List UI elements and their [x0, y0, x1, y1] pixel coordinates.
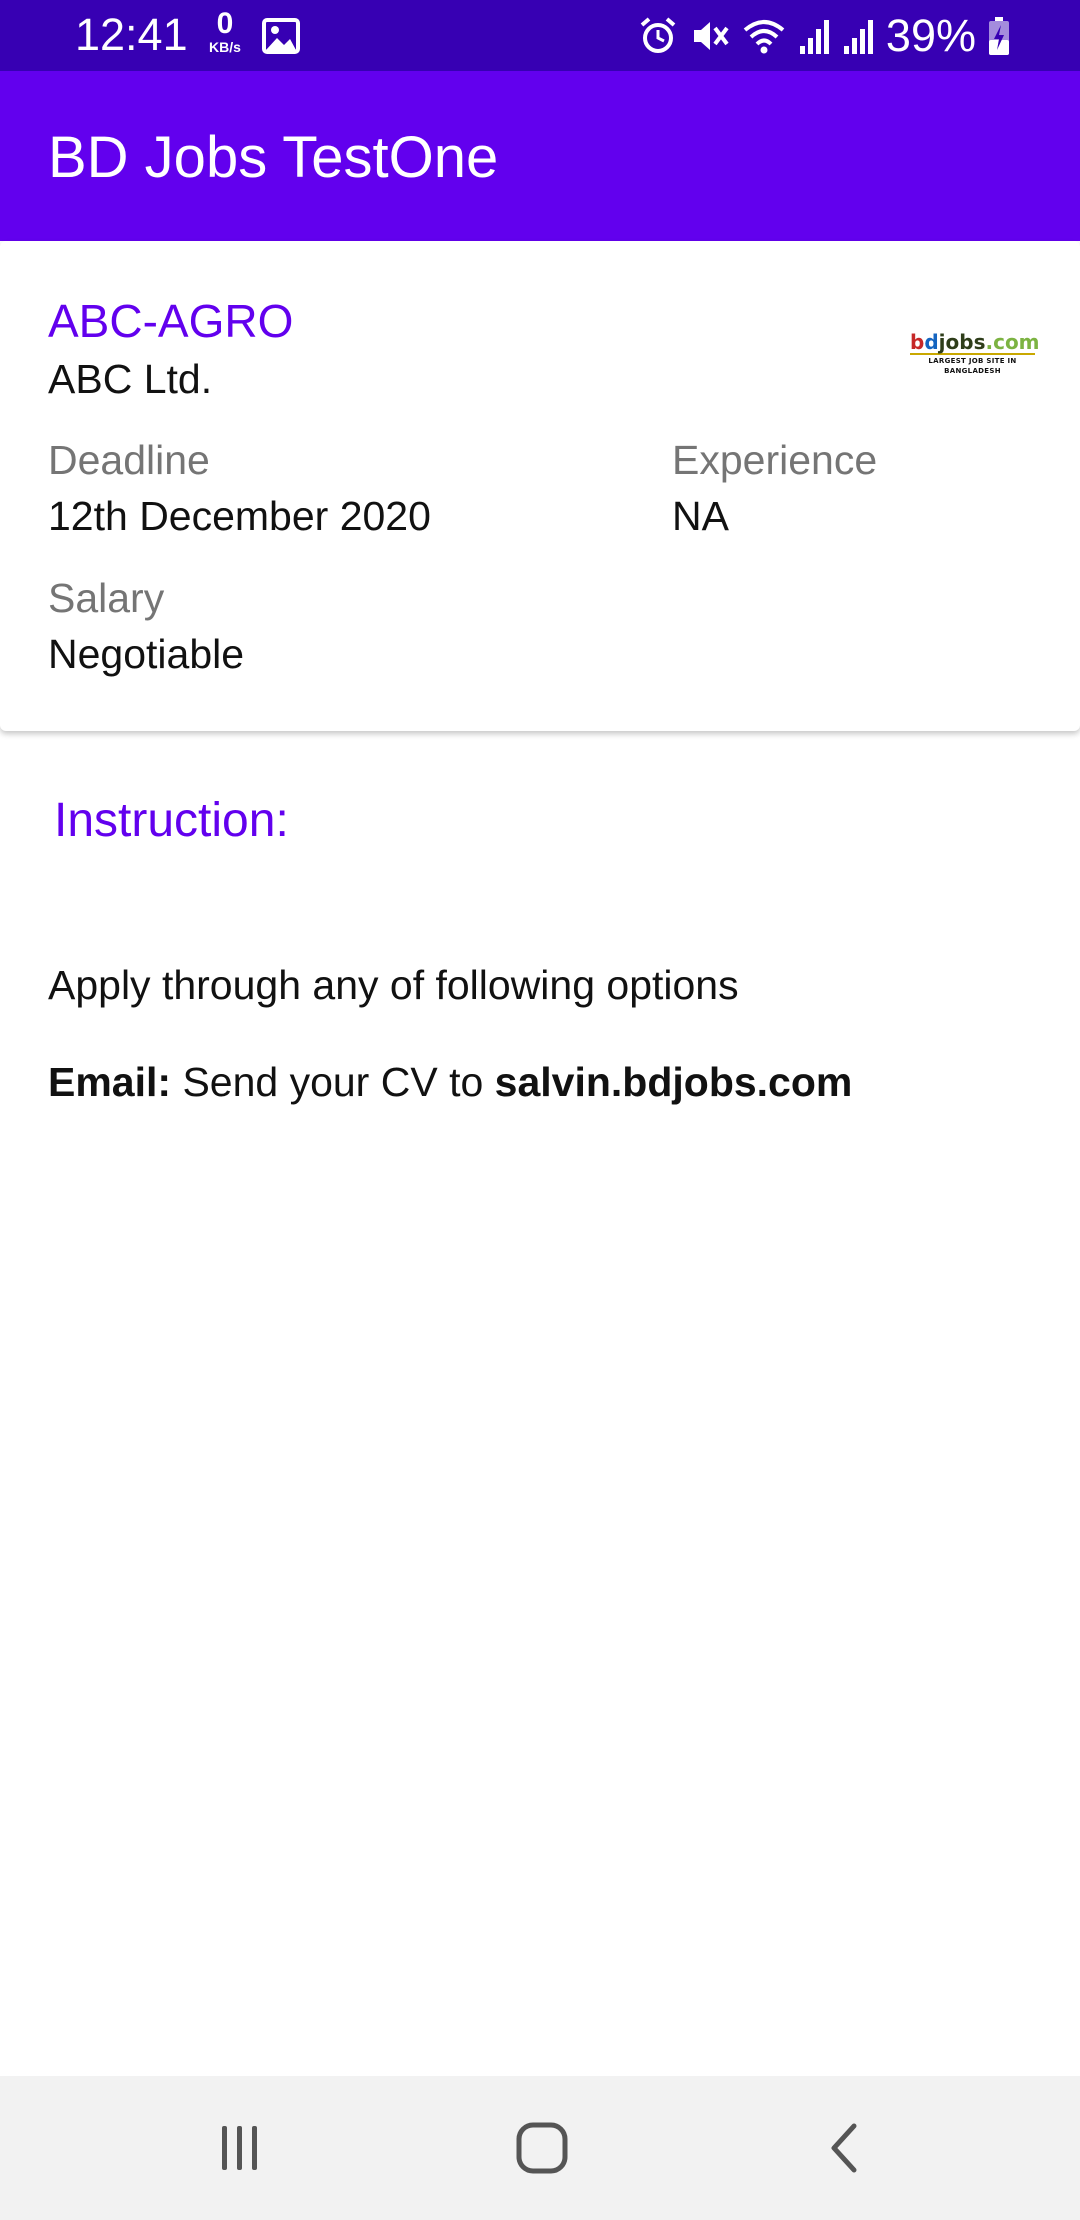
- job-card[interactable]: ABC-AGRO ABC Ltd. bdjobs.com LARGEST JOB…: [0, 241, 1080, 731]
- deadline-label: Deadline: [48, 437, 210, 483]
- battery-percent: 39%: [885, 10, 976, 61]
- status-icons: 39%: [638, 10, 1010, 62]
- mute-icon: [690, 16, 730, 56]
- instruction-heading: Instruction:: [54, 794, 289, 847]
- navigation-bar: [0, 2076, 1080, 2220]
- bdjobs-logo: bdjobs.com LARGEST JOB SITE IN BANGLADES…: [910, 330, 1040, 376]
- experience-value: NA: [672, 493, 729, 539]
- net-speed-value: 0: [216, 7, 234, 40]
- app-title: BD Jobs TestOne: [48, 125, 499, 190]
- wifi-icon: [742, 16, 786, 56]
- battery-charging-icon: [988, 16, 1010, 56]
- signal-icon: [798, 16, 830, 56]
- app-bar: BD Jobs TestOne: [0, 71, 1080, 241]
- logo-letter-d: d: [924, 330, 939, 354]
- logo-wordmark: bdjobs.com: [910, 330, 1040, 354]
- back-icon[interactable]: [812, 2116, 876, 2180]
- status-bar: 12:41 0 KB/s 39%: [0, 0, 1080, 71]
- home-icon[interactable]: [510, 2116, 574, 2180]
- logo-word-jobs: jobs: [938, 330, 986, 354]
- logo-word-com: .com: [985, 330, 1040, 354]
- deadline-value: 12th December 2020: [48, 493, 431, 539]
- salary-value: Negotiable: [48, 631, 245, 677]
- experience-label: Experience: [672, 437, 878, 483]
- logo-tagline: LARGEST JOB SITE IN BANGLADESH: [910, 353, 1035, 376]
- net-speed: 0 KB/s: [200, 7, 250, 56]
- company-name: ABC Ltd.: [48, 356, 213, 402]
- status-time: 12:41: [75, 9, 188, 60]
- apply-instructions: Apply through any of following options: [48, 962, 739, 1008]
- signal-icon: [842, 16, 874, 56]
- recents-icon[interactable]: [208, 2116, 272, 2180]
- email-instruction: Email: Send your CV to salvin.bdjobs.com: [48, 1056, 852, 1108]
- email-label: Email:: [48, 1059, 172, 1105]
- salary-label: Salary: [48, 575, 165, 621]
- net-speed-unit: KB/s: [209, 39, 241, 55]
- alarm-icon: [638, 16, 678, 56]
- email-text: Send your CV to: [171, 1059, 495, 1105]
- job-title: ABC-AGRO: [48, 295, 294, 347]
- logo-letter-b: b: [910, 330, 925, 354]
- gallery-icon: [262, 18, 300, 59]
- email-address[interactable]: salvin.bdjobs.com: [495, 1059, 853, 1105]
